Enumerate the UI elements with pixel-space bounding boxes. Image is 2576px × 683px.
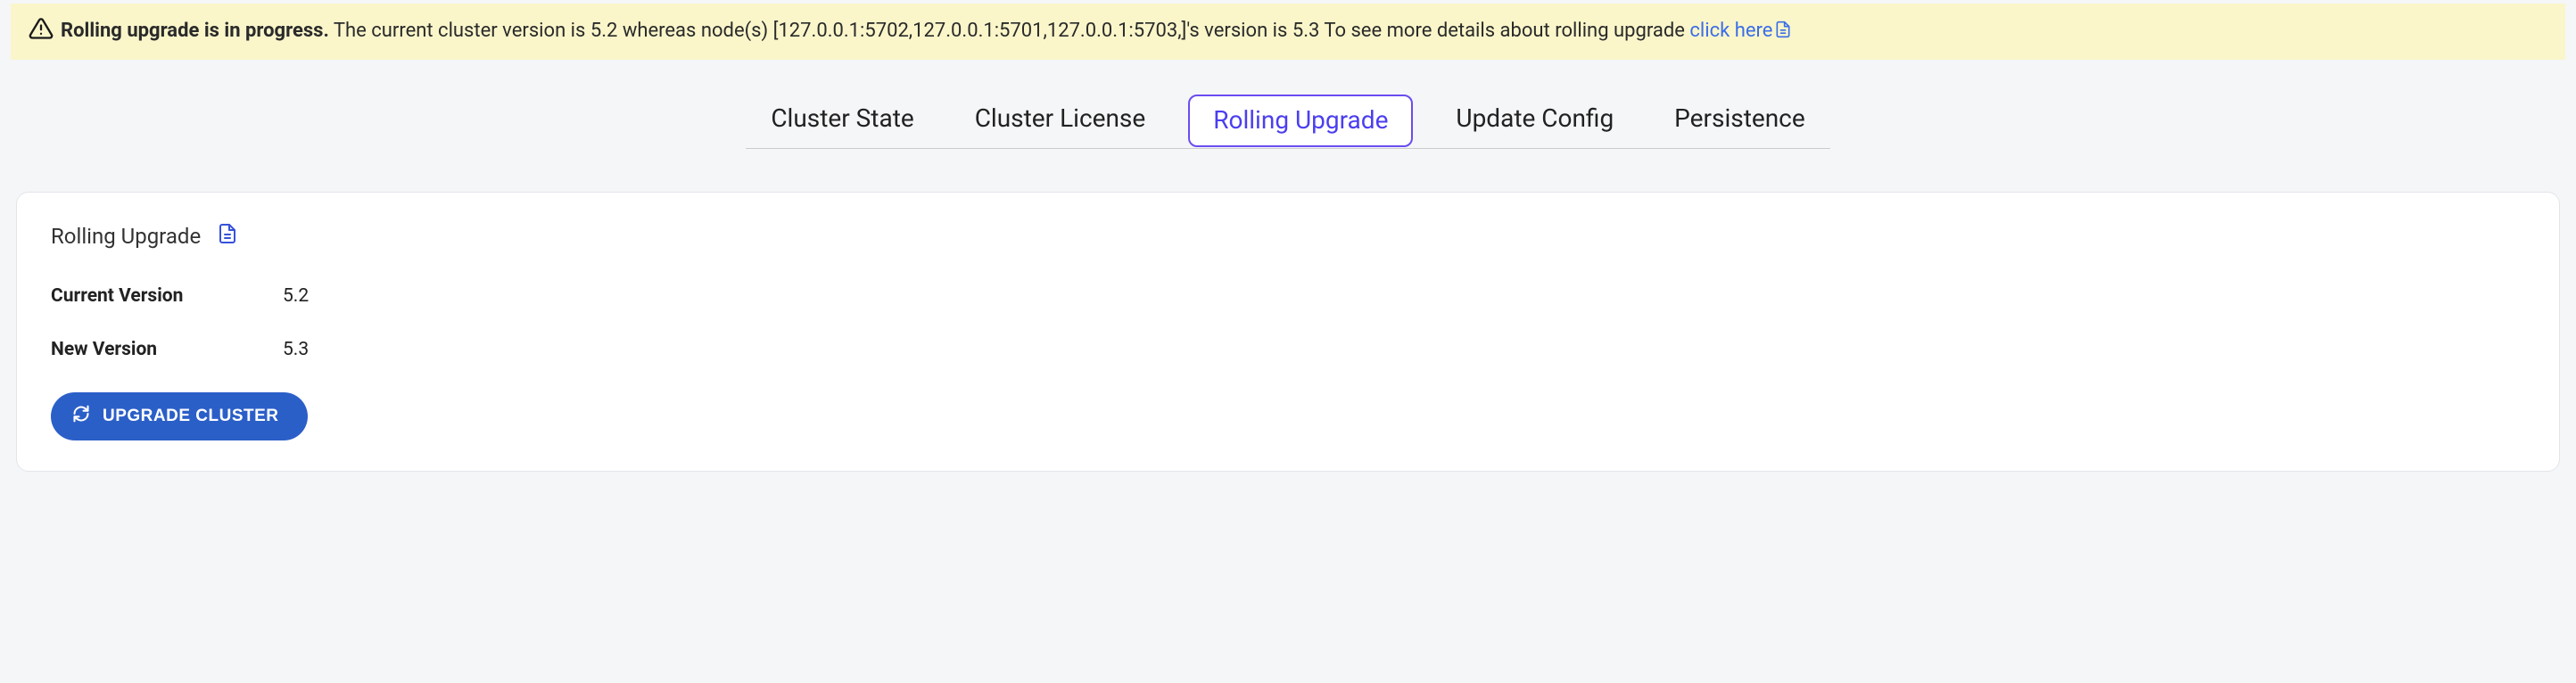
current-version-label: Current Version: [51, 285, 283, 307]
tabs-container: Cluster State Cluster License Rolling Up…: [0, 92, 2576, 149]
upgrade-cluster-button[interactable]: UPGRADE CLUSTER: [51, 392, 308, 440]
warning-icon: [29, 16, 54, 50]
panel-header: Rolling Upgrade: [51, 223, 2525, 250]
alert-link[interactable]: click here: [1689, 20, 1792, 42]
new-version-value: 5.3: [283, 339, 309, 360]
current-version-row: Current Version 5.2: [51, 285, 2525, 307]
document-icon: [1774, 18, 1792, 47]
alert-link-text: click here: [1689, 20, 1772, 42]
refresh-icon: [72, 405, 90, 428]
current-version-value: 5.2: [283, 285, 309, 307]
rolling-upgrade-panel: Rolling Upgrade Current Version 5.2 New …: [16, 192, 2560, 472]
document-icon[interactable]: [217, 223, 238, 250]
tabs: Cluster State Cluster License Rolling Up…: [746, 92, 1829, 149]
tab-update-config[interactable]: Update Config: [1438, 93, 1631, 149]
new-version-row: New Version 5.3: [51, 339, 2525, 360]
panel-title: Rolling Upgrade: [51, 224, 201, 249]
tab-cluster-license[interactable]: Cluster License: [957, 93, 1164, 149]
alert-bold-text: Rolling upgrade is in progress.: [61, 20, 329, 42]
upgrade-button-label: UPGRADE CLUSTER: [103, 407, 279, 426]
alert-banner: Rolling upgrade is in progress. The curr…: [11, 4, 2565, 60]
alert-body-text: The current cluster version is 5.2 where…: [329, 20, 1690, 42]
tab-cluster-state[interactable]: Cluster State: [753, 93, 931, 149]
tab-persistence[interactable]: Persistence: [1656, 93, 1823, 149]
tab-rolling-upgrade[interactable]: Rolling Upgrade: [1188, 95, 1413, 147]
new-version-label: New Version: [51, 339, 283, 360]
